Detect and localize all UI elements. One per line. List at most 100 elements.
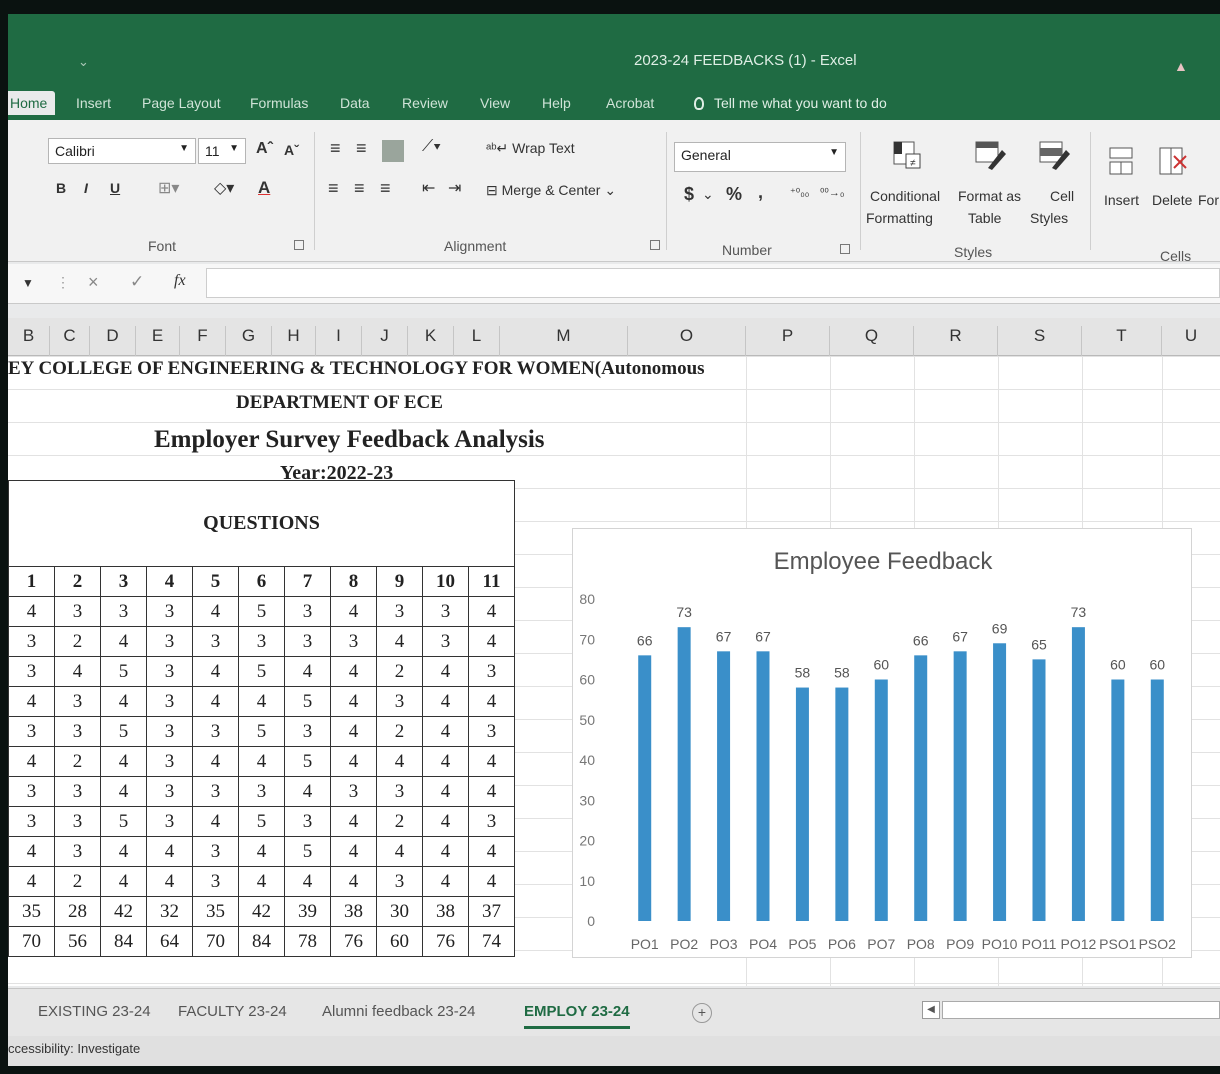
table-cell[interactable]: 4 xyxy=(422,746,469,777)
table-cell[interactable]: 10 xyxy=(422,566,469,597)
tab-view[interactable]: View xyxy=(480,95,510,111)
column-header-g[interactable]: G xyxy=(226,326,272,356)
quick-access-chevron-icon[interactable]: ⌄ xyxy=(78,54,89,70)
table-cell[interactable]: 78 xyxy=(284,926,331,957)
decrease-font-icon[interactable]: Aˇ xyxy=(284,142,299,158)
table-cell[interactable]: 3 xyxy=(192,866,239,897)
alignment-dialog-launcher-icon[interactable] xyxy=(650,240,660,250)
percent-button[interactable]: % xyxy=(726,184,742,205)
table-cell[interactable]: 5 xyxy=(238,656,285,687)
formula-input[interactable] xyxy=(206,268,1220,298)
number-dialog-launcher-icon[interactable] xyxy=(840,244,850,254)
tab-acrobat[interactable]: Acrobat xyxy=(606,95,654,111)
table-cell[interactable]: 4 xyxy=(100,866,147,897)
table-cell[interactable]: 4 xyxy=(8,746,55,777)
table-cell[interactable]: 3 xyxy=(284,716,331,747)
table-cell[interactable]: 84 xyxy=(238,926,285,957)
merge-center-button[interactable]: ⊟ Merge & Center ⌄ xyxy=(486,182,616,199)
table-cell[interactable]: 4 xyxy=(100,776,147,807)
table-cell[interactable]: 4 xyxy=(8,866,55,897)
column-header-p[interactable]: P xyxy=(746,326,830,356)
table-cell[interactable]: 4 xyxy=(468,776,515,807)
tab-page-layout[interactable]: Page Layout xyxy=(142,95,221,111)
table-cell[interactable]: 4 xyxy=(8,686,55,717)
table-cell[interactable]: 4 xyxy=(8,836,55,867)
table-cell[interactable]: 5 xyxy=(100,716,147,747)
table-cell[interactable]: 70 xyxy=(8,926,55,957)
table-cell[interactable]: 3 xyxy=(54,596,101,627)
column-header-e[interactable]: E xyxy=(136,326,180,356)
table-cell[interactable]: 3 xyxy=(54,716,101,747)
table-cell[interactable]: 4 xyxy=(146,566,193,597)
table-cell[interactable]: 5 xyxy=(238,806,285,837)
column-header-f[interactable]: F xyxy=(180,326,226,356)
table-cell[interactable]: 4 xyxy=(422,656,469,687)
table-cell[interactable]: 70 xyxy=(192,926,239,957)
horizontal-scrollbar[interactable] xyxy=(942,1001,1220,1019)
table-cell[interactable]: 4 xyxy=(238,686,285,717)
table-cell[interactable]: 3 xyxy=(330,776,377,807)
align-top-icon[interactable]: ≡ xyxy=(330,138,341,159)
tab-formulas[interactable]: Formulas xyxy=(250,95,308,111)
currency-button[interactable]: $ xyxy=(684,184,694,205)
table-cell[interactable]: 2 xyxy=(54,566,101,597)
tab-insert[interactable]: Insert xyxy=(76,95,111,111)
table-cell[interactable]: 4 xyxy=(330,596,377,627)
column-header-m[interactable]: M xyxy=(500,326,628,356)
tell-me-search[interactable]: Tell me what you want to do xyxy=(694,95,887,111)
table-cell[interactable]: 4 xyxy=(284,656,331,687)
align-bottom-icon[interactable] xyxy=(382,140,404,162)
font-name-select[interactable]: Calibri ▼ xyxy=(48,138,196,164)
tab-review[interactable]: Review xyxy=(402,95,448,111)
scroll-left-icon[interactable]: ◀ xyxy=(922,1001,940,1019)
bold-button[interactable]: B xyxy=(56,180,66,196)
table-cell[interactable]: 4 xyxy=(422,836,469,867)
table-cell[interactable]: 38 xyxy=(330,896,377,927)
table-cell[interactable]: 5 xyxy=(192,566,239,597)
align-right-icon[interactable]: ≡ xyxy=(380,178,391,199)
table-cell[interactable]: 30 xyxy=(376,896,423,927)
column-header-d[interactable]: D xyxy=(90,326,136,356)
table-cell[interactable]: 60 xyxy=(376,926,423,957)
table-cell[interactable]: 42 xyxy=(238,896,285,927)
table-cell[interactable]: 5 xyxy=(100,656,147,687)
table-cell[interactable]: 3 xyxy=(8,806,55,837)
table-cell[interactable]: 3 xyxy=(100,596,147,627)
column-header-t[interactable]: T xyxy=(1082,326,1162,356)
table-cell[interactable]: 5 xyxy=(238,596,285,627)
table-cell[interactable]: 3 xyxy=(146,686,193,717)
table-cell[interactable]: 4 xyxy=(468,746,515,777)
italic-button[interactable]: I xyxy=(84,180,88,196)
table-cell[interactable]: 42 xyxy=(100,896,147,927)
add-sheet-button[interactable]: + xyxy=(692,1003,712,1023)
decrease-indent-icon[interactable]: ⇤ xyxy=(422,178,435,198)
column-header-c[interactable]: C xyxy=(50,326,90,356)
align-middle-icon[interactable]: ≡ xyxy=(356,138,367,159)
table-cell[interactable]: 4 xyxy=(330,836,377,867)
table-cell[interactable]: 3 xyxy=(100,566,147,597)
table-cell[interactable]: 4 xyxy=(468,596,515,627)
table-cell[interactable]: 4 xyxy=(238,746,285,777)
table-cell[interactable]: 4 xyxy=(376,746,423,777)
increase-font-icon[interactable]: Aˆ xyxy=(256,140,273,158)
column-header-j[interactable]: J xyxy=(362,326,408,356)
table-cell[interactable]: 3 xyxy=(54,836,101,867)
table-cell[interactable]: 4 xyxy=(468,626,515,657)
column-header-l[interactable]: L xyxy=(454,326,500,356)
table-cell[interactable]: 4 xyxy=(422,806,469,837)
table-cell[interactable]: 3 xyxy=(192,716,239,747)
table-cell[interactable]: 4 xyxy=(146,836,193,867)
column-header-k[interactable]: K xyxy=(408,326,454,356)
sheet-tab-employ[interactable]: EMPLOY 23-24 xyxy=(524,1003,630,1029)
increase-decimal-icon[interactable]: ⁺⁰₀₀ xyxy=(790,186,809,199)
accessibility-status[interactable]: ccessibility: Investigate xyxy=(8,1041,140,1056)
name-box-dropdown-icon[interactable]: ▼ xyxy=(22,276,34,290)
table-cell[interactable]: 3 xyxy=(238,776,285,807)
table-cell[interactable]: 39 xyxy=(284,896,331,927)
borders-icon[interactable]: ⊞▾ xyxy=(158,178,179,198)
font-color-icon[interactable]: A xyxy=(258,178,270,198)
table-cell[interactable]: 3 xyxy=(8,776,55,807)
table-cell[interactable]: 2 xyxy=(376,716,423,747)
table-cell[interactable]: 3 xyxy=(146,806,193,837)
table-cell[interactable]: 4 xyxy=(422,776,469,807)
